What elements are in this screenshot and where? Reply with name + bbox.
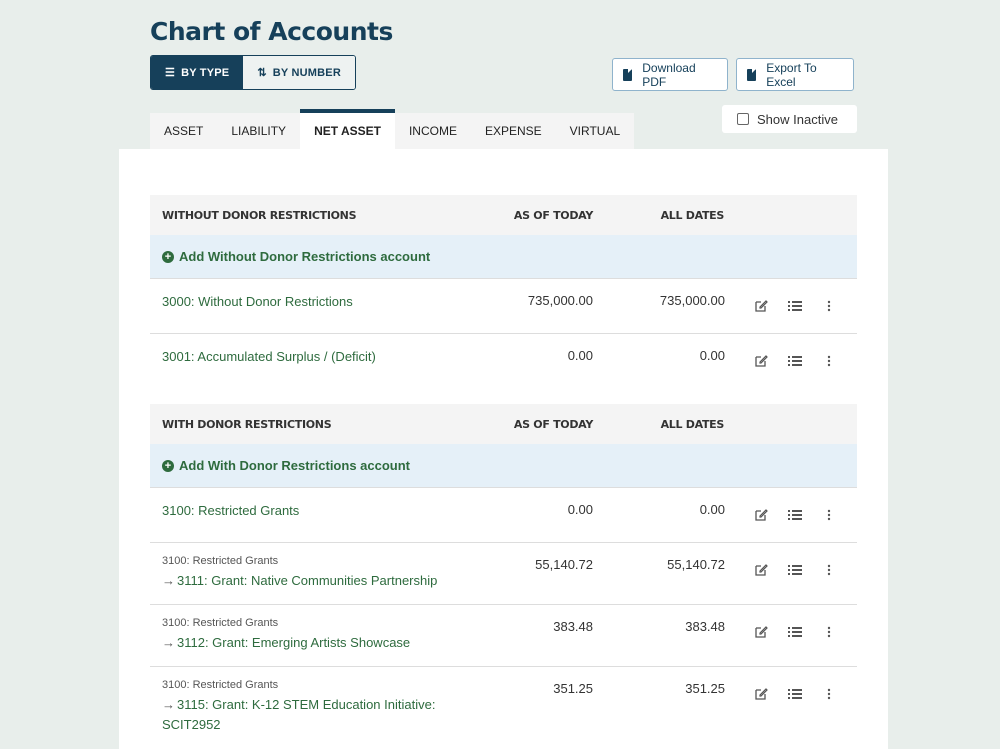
sort-icon: ⇅ <box>257 67 267 79</box>
parent-account-label: 3100: Restricted Grants <box>162 679 279 691</box>
as-of-today-value: 0.00 <box>567 502 593 517</box>
account-link[interactable]: 3001: Accumulated Surplus / (Deficit) <box>162 347 482 367</box>
tab-liability[interactable]: LIABILITY <box>217 113 300 149</box>
by-type-label: BY TYPE <box>181 66 230 79</box>
list-icon[interactable] <box>787 507 803 523</box>
show-inactive-toggle[interactable]: Show Inactive <box>722 105 857 133</box>
account-row: 3100: Restricted Grants → 3111: Grant: Na… <box>150 543 857 605</box>
all-dates-value: 351.25 <box>685 681 725 696</box>
plus-circle-icon: + <box>162 250 174 263</box>
section-title: WITH DONOR RESTRICTIONS <box>162 417 332 431</box>
account-row: 3001: Accumulated Surplus / (Deficit) 0.… <box>150 334 857 389</box>
edit-icon[interactable] <box>753 298 769 314</box>
page-title: Chart of Accounts <box>150 17 393 46</box>
list-icon: ☰ <box>165 67 176 79</box>
more-vertical-icon[interactable] <box>821 298 837 314</box>
account-link[interactable]: → 3111: Grant: Native Communities Partner… <box>162 571 482 591</box>
by-number-button[interactable]: ⇅ BY NUMBER <box>243 56 355 89</box>
section-without-donor-restrictions: WITHOUT DONOR RESTRICTIONS AS OF TODAY A… <box>150 195 857 389</box>
as-of-today-value: 351.25 <box>553 681 593 696</box>
account-row: 3000: Without Donor Restrictions 735,000… <box>150 279 857 334</box>
as-of-today-value: 735,000.00 <box>527 293 593 308</box>
show-inactive-label: Show Inactive <box>757 111 838 127</box>
more-vertical-icon[interactable] <box>821 562 837 578</box>
more-vertical-icon[interactable] <box>821 353 837 369</box>
account-row: 3100: Restricted Grants → 3112: Grant: Em… <box>150 605 857 667</box>
account-row: 3100: Restricted Grants → 3115: Grant: K-… <box>150 667 857 749</box>
show-inactive-checkbox[interactable] <box>737 113 749 125</box>
col-all-dates: ALL DATES <box>660 417 725 431</box>
edit-icon[interactable] <box>753 507 769 523</box>
list-icon[interactable] <box>787 624 803 640</box>
account-type-tabs: ASSET LIABILITY NET ASSET INCOME EXPENSE… <box>150 109 635 149</box>
edit-icon[interactable] <box>753 353 769 369</box>
all-dates-value: 0.00 <box>699 502 725 517</box>
all-dates-value: 735,000.00 <box>659 293 725 308</box>
add-account-label: Add With Donor Restrictions account <box>179 458 410 473</box>
child-arrow-icon: → <box>162 697 175 712</box>
col-all-dates: ALL DATES <box>660 208 725 222</box>
as-of-today-value: 0.00 <box>567 348 593 363</box>
child-arrow-icon: → <box>162 573 175 588</box>
edit-icon[interactable] <box>753 562 769 578</box>
col-as-of-today: AS OF TODAY <box>513 417 593 431</box>
edit-icon[interactable] <box>753 686 769 702</box>
section-with-donor-restrictions: WITH DONOR RESTRICTIONS AS OF TODAY ALL … <box>150 404 857 749</box>
list-icon[interactable] <box>787 353 803 369</box>
all-dates-value: 55,140.72 <box>667 557 725 572</box>
export-excel-label: Export To Excel <box>766 60 817 89</box>
add-account-button[interactable]: + Add Without Donor Restrictions account <box>150 235 857 279</box>
list-icon[interactable] <box>787 562 803 578</box>
section-header: WITH DONOR RESTRICTIONS AS OF TODAY ALL … <box>150 404 857 444</box>
more-vertical-icon[interactable] <box>821 624 837 640</box>
by-type-button[interactable]: ☰ BY TYPE <box>151 56 244 89</box>
all-dates-value: 383.48 <box>685 619 725 634</box>
account-link[interactable]: → 3115: Grant: K-12 STEM Education Initia… <box>162 695 462 735</box>
account-name: 3115: Grant: K-12 STEM Education Initiat… <box>162 697 436 732</box>
as-of-today-value: 55,140.72 <box>535 557 593 572</box>
account-link[interactable]: → 3112: Grant: Emerging Artists Showcase <box>162 633 482 653</box>
tab-expense[interactable]: EXPENSE <box>471 113 556 149</box>
parent-account-label: 3100: Restricted Grants <box>162 617 279 629</box>
excel-file-icon <box>747 68 757 81</box>
list-icon[interactable] <box>787 298 803 314</box>
download-pdf-button[interactable]: Download PDF <box>612 58 728 91</box>
all-dates-value: 0.00 <box>699 348 725 363</box>
by-number-label: BY NUMBER <box>272 66 341 79</box>
section-header: WITHOUT DONOR RESTRICTIONS AS OF TODAY A… <box>150 195 857 235</box>
parent-account-label: 3100: Restricted Grants <box>162 555 279 567</box>
export-excel-button[interactable]: Export To Excel <box>736 58 854 91</box>
more-vertical-icon[interactable] <box>821 507 837 523</box>
edit-icon[interactable] <box>753 624 769 640</box>
tab-income[interactable]: INCOME <box>395 113 471 149</box>
download-pdf-label: Download PDF <box>642 60 696 89</box>
as-of-today-value: 383.48 <box>553 619 593 634</box>
tab-net-asset[interactable]: NET ASSET <box>300 109 395 149</box>
plus-circle-icon: + <box>162 459 174 472</box>
child-arrow-icon: → <box>162 635 175 650</box>
account-name: 3111: Grant: Native Communities Partners… <box>177 573 438 588</box>
add-account-label: Add Without Donor Restrictions account <box>179 249 431 264</box>
section-title: WITHOUT DONOR RESTRICTIONS <box>162 208 357 222</box>
account-name: 3112: Grant: Emerging Artists Showcase <box>177 635 411 650</box>
account-link[interactable]: 3100: Restricted Grants <box>162 501 482 521</box>
view-toggle: ☰ BY TYPE ⇅ BY NUMBER <box>150 55 356 90</box>
list-icon[interactable] <box>787 686 803 702</box>
account-link[interactable]: 3000: Without Donor Restrictions <box>162 292 482 312</box>
col-as-of-today: AS OF TODAY <box>513 208 593 222</box>
add-account-button[interactable]: + Add With Donor Restrictions account <box>150 444 857 488</box>
more-vertical-icon[interactable] <box>821 686 837 702</box>
tab-virtual[interactable]: VIRTUAL <box>556 113 634 149</box>
pdf-file-icon <box>623 68 633 81</box>
account-row: 3100: Restricted Grants 0.00 0.00 <box>150 488 857 543</box>
tab-asset[interactable]: ASSET <box>150 113 217 149</box>
